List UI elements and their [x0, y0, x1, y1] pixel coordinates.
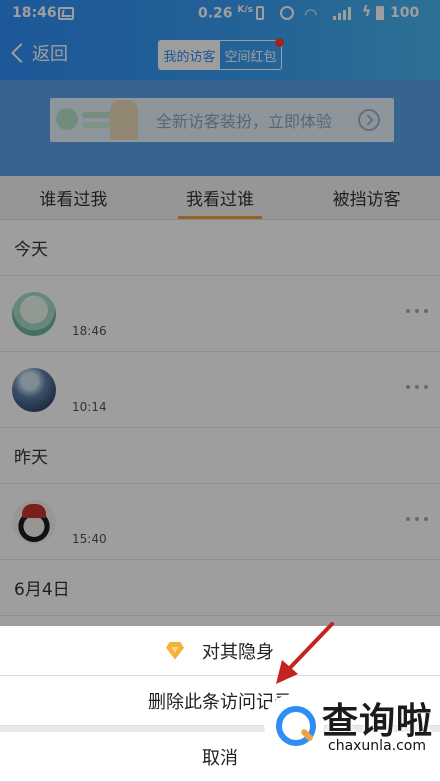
cancel-label: 取消	[202, 747, 238, 769]
magnifier-logo-icon	[264, 694, 324, 754]
watermark-subtitle: chaxunla.com	[328, 738, 426, 754]
hide-from-user-option[interactable]: 对其隐身	[0, 626, 440, 676]
annotation-arrow-icon	[276, 622, 334, 684]
hide-option-label: 对其隐身	[202, 641, 274, 663]
watermark: 查询啦 chaxunla.com	[264, 690, 440, 760]
watermark-title: 查询啦	[322, 701, 434, 742]
diamond-icon	[166, 641, 184, 660]
